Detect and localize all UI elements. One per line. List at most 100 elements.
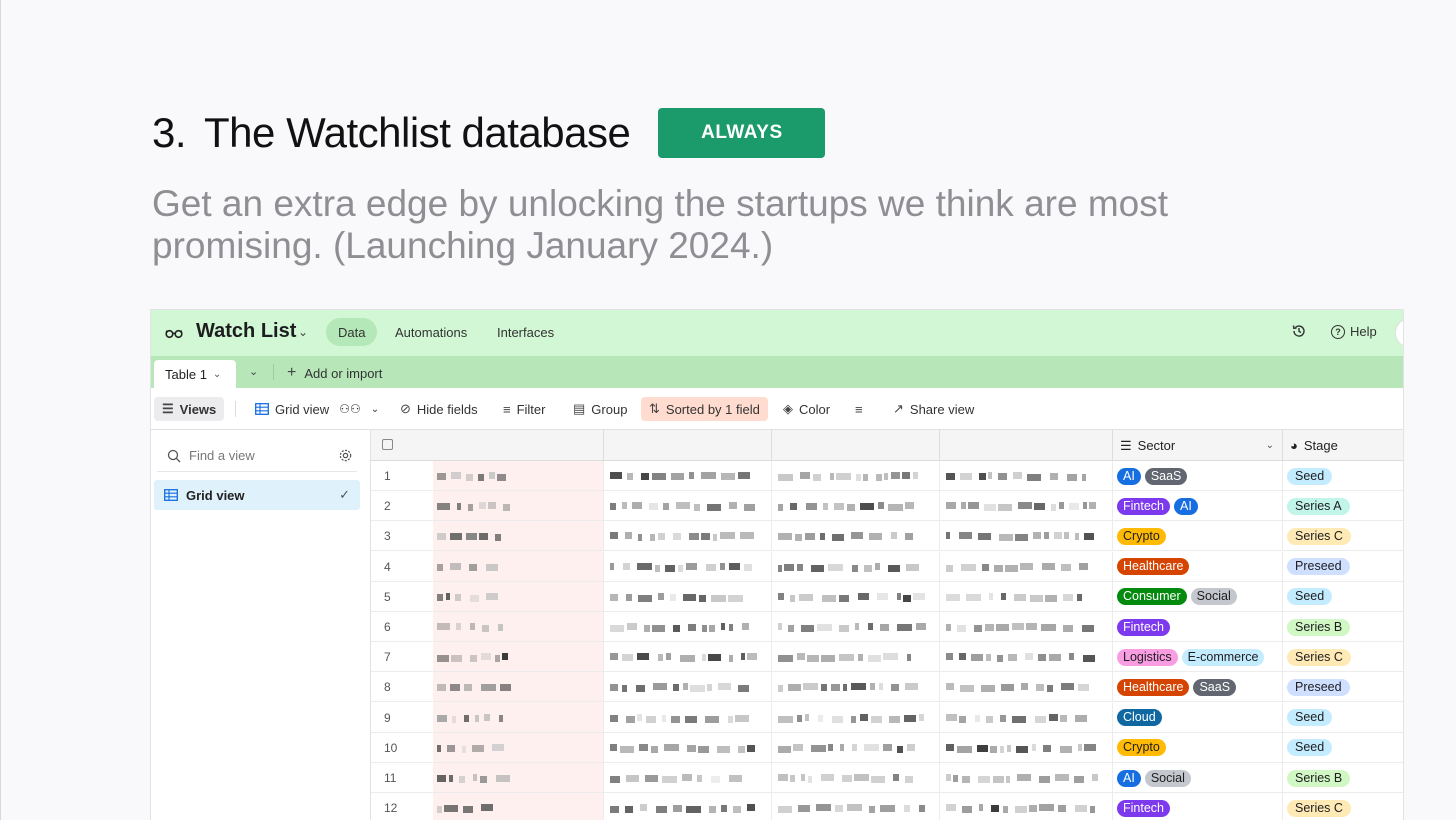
history-icon[interactable] — [1291, 323, 1307, 339]
redacted-cell[interactable] — [604, 702, 772, 733]
redacted-cell[interactable] — [431, 763, 604, 793]
tab-automations[interactable]: Automations — [383, 318, 479, 346]
redacted-cell[interactable] — [940, 551, 1113, 582]
sector-cell[interactable]: Crypto — [1113, 732, 1283, 763]
redacted-cell[interactable] — [604, 612, 772, 642]
table-row[interactable]: 3 Crypto Series C — [371, 521, 1403, 552]
redacted-cell[interactable] — [940, 763, 1113, 793]
redacted-cell[interactable] — [431, 642, 604, 673]
redacted-cell[interactable] — [431, 521, 604, 552]
redacted-cell[interactable] — [772, 702, 940, 733]
views-button[interactable]: ☰ Views — [154, 397, 225, 421]
sector-cell[interactable]: AI SaaS — [1113, 461, 1283, 491]
redacted-cell[interactable] — [604, 672, 772, 703]
stage-cell[interactable]: Series B — [1283, 612, 1403, 642]
redacted-cell[interactable] — [431, 461, 604, 491]
column-header-redacted[interactable] — [772, 430, 940, 461]
redacted-cell[interactable] — [431, 491, 604, 522]
add-or-import-button[interactable]: + Add or import — [287, 364, 382, 382]
redacted-cell[interactable] — [604, 793, 772, 820]
stage-cell[interactable]: Series C — [1283, 793, 1403, 820]
stage-cell[interactable]: Series C — [1283, 521, 1403, 551]
sector-cell[interactable]: Crypto — [1113, 521, 1283, 552]
stage-cell[interactable]: Seed — [1283, 461, 1403, 491]
redacted-cell[interactable] — [772, 581, 940, 612]
stage-cell[interactable]: Series C — [1283, 642, 1403, 672]
redacted-cell[interactable] — [431, 551, 604, 582]
table-row[interactable]: 7 Logistics E-commerce Series C — [371, 642, 1403, 673]
redacted-cell[interactable] — [940, 732, 1113, 763]
table-row[interactable]: 5 Consumer Social Seed — [371, 581, 1403, 612]
redacted-cell[interactable] — [940, 672, 1113, 703]
row-height-button[interactable]: ≡ — [847, 397, 877, 421]
redacted-cell[interactable] — [772, 551, 940, 582]
group-button[interactable]: ▤ Group — [565, 397, 635, 421]
avatar[interactable] — [1395, 318, 1403, 348]
sector-cell[interactable]: Healthcare SaaS — [1113, 672, 1283, 703]
redacted-cell[interactable] — [604, 491, 772, 522]
redacted-cell[interactable] — [604, 642, 772, 673]
redacted-cell[interactable] — [940, 612, 1113, 642]
column-header-stage[interactable]: ◕ Stage — [1283, 430, 1403, 461]
sector-cell[interactable]: Cloud — [1113, 702, 1283, 733]
base-name[interactable]: Watch List — [196, 320, 296, 343]
redacted-cell[interactable] — [772, 732, 940, 763]
sector-cell[interactable]: Fintech — [1113, 793, 1283, 820]
column-header-redacted[interactable] — [431, 430, 604, 461]
stage-cell[interactable]: Preseed — [1283, 672, 1403, 702]
share-view-button[interactable]: ↗ Share view — [885, 397, 982, 421]
redacted-cell[interactable] — [431, 581, 604, 612]
redacted-cell[interactable] — [604, 521, 772, 552]
filter-button[interactable]: ≡ Filter — [495, 397, 553, 421]
table-row[interactable]: 11 AI Social Series B — [371, 763, 1403, 793]
redacted-cell[interactable] — [431, 612, 604, 642]
redacted-cell[interactable] — [772, 793, 940, 820]
redacted-cell[interactable] — [604, 763, 772, 793]
table-row[interactable]: 8 Healthcare SaaS Preseed — [371, 672, 1403, 703]
redacted-cell[interactable] — [772, 672, 940, 703]
sector-cell[interactable]: Healthcare — [1113, 551, 1283, 582]
redacted-cell[interactable] — [772, 642, 940, 673]
stage-cell[interactable]: Seed — [1283, 582, 1403, 612]
tab-data[interactable]: Data — [326, 318, 378, 346]
select-all-checkbox[interactable] — [382, 439, 393, 450]
table-row[interactable]: 12 Fintech Series C — [371, 793, 1403, 820]
table-row[interactable]: 1 AI SaaS Seed — [371, 461, 1403, 491]
redacted-cell[interactable] — [604, 551, 772, 582]
redacted-cell[interactable] — [940, 491, 1113, 522]
redacted-cell[interactable] — [940, 461, 1113, 491]
column-header-sector[interactable]: ☰ Sector ⌄ — [1113, 430, 1283, 461]
tab-table-1[interactable]: Table 1 ⌄ — [154, 360, 236, 388]
redacted-cell[interactable] — [772, 763, 940, 793]
redacted-cell[interactable] — [940, 702, 1113, 733]
sort-button[interactable]: ⇅ Sorted by 1 field — [641, 397, 768, 421]
hide-fields-button[interactable]: ⊘ Hide fields — [392, 397, 486, 421]
redacted-cell[interactable] — [604, 581, 772, 612]
redacted-cell[interactable] — [431, 702, 604, 733]
redacted-cell[interactable] — [772, 612, 940, 642]
sector-cell[interactable]: Logistics E-commerce — [1113, 642, 1283, 673]
stage-cell[interactable]: Series A — [1283, 491, 1403, 521]
table-row[interactable]: 4 Healthcare Preseed — [371, 551, 1403, 582]
column-header-redacted[interactable] — [604, 430, 772, 461]
redacted-cell[interactable] — [431, 672, 604, 703]
help-button[interactable]: ? Help — [1331, 324, 1377, 339]
grid-view-switcher[interactable]: Grid view ⚇⚇ ⌄ — [247, 397, 387, 421]
sector-cell[interactable]: Fintech — [1113, 612, 1283, 642]
redacted-cell[interactable] — [604, 461, 772, 491]
chevron-down-icon[interactable]: ⌄ — [249, 365, 258, 378]
table-row[interactable]: 10 Crypto Seed — [371, 732, 1403, 763]
redacted-cell[interactable] — [604, 732, 772, 763]
table-row[interactable]: 6 Fintech Series B — [371, 612, 1403, 642]
gear-icon[interactable] — [338, 448, 353, 463]
table-row[interactable]: 9 Cloud Seed — [371, 702, 1403, 733]
stage-cell[interactable]: Seed — [1283, 703, 1403, 733]
sector-cell[interactable]: Fintech AI — [1113, 491, 1283, 522]
stage-cell[interactable]: Preseed — [1283, 552, 1403, 582]
redacted-cell[interactable] — [431, 793, 604, 820]
sector-cell[interactable]: AI Social — [1113, 763, 1283, 793]
color-button[interactable]: ◈ Color — [775, 397, 838, 421]
stage-cell[interactable]: Seed — [1283, 733, 1403, 763]
redacted-cell[interactable] — [940, 521, 1113, 552]
sidebar-item-grid-view[interactable]: Grid view ✓ — [154, 480, 360, 510]
